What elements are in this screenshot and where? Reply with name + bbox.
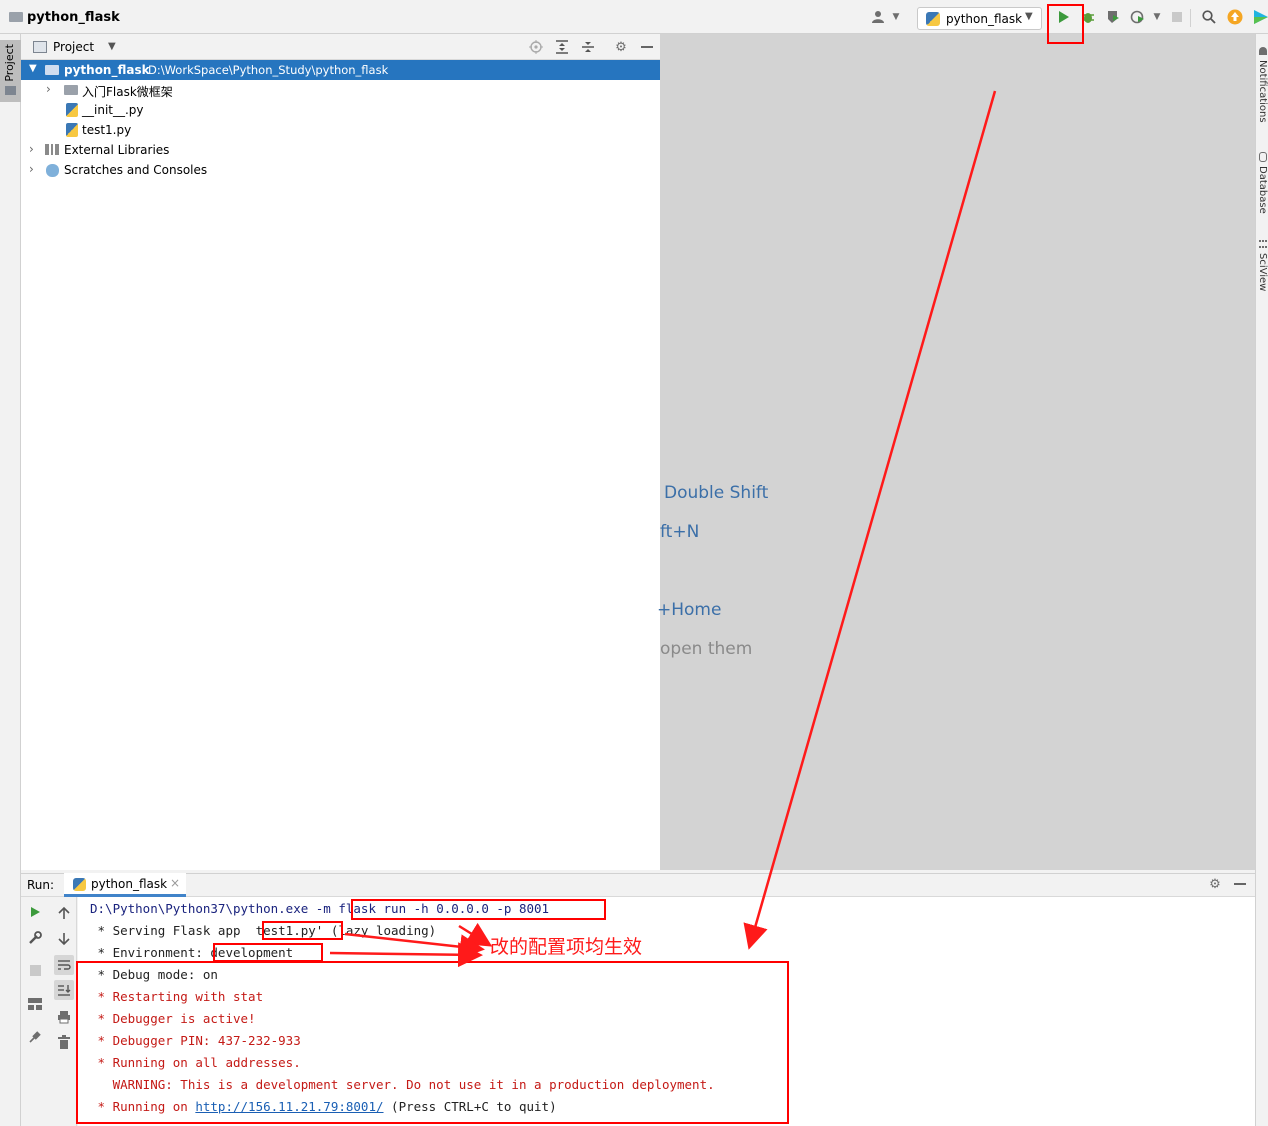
annotation-note: 改的配置项均生效 [490, 936, 643, 958]
